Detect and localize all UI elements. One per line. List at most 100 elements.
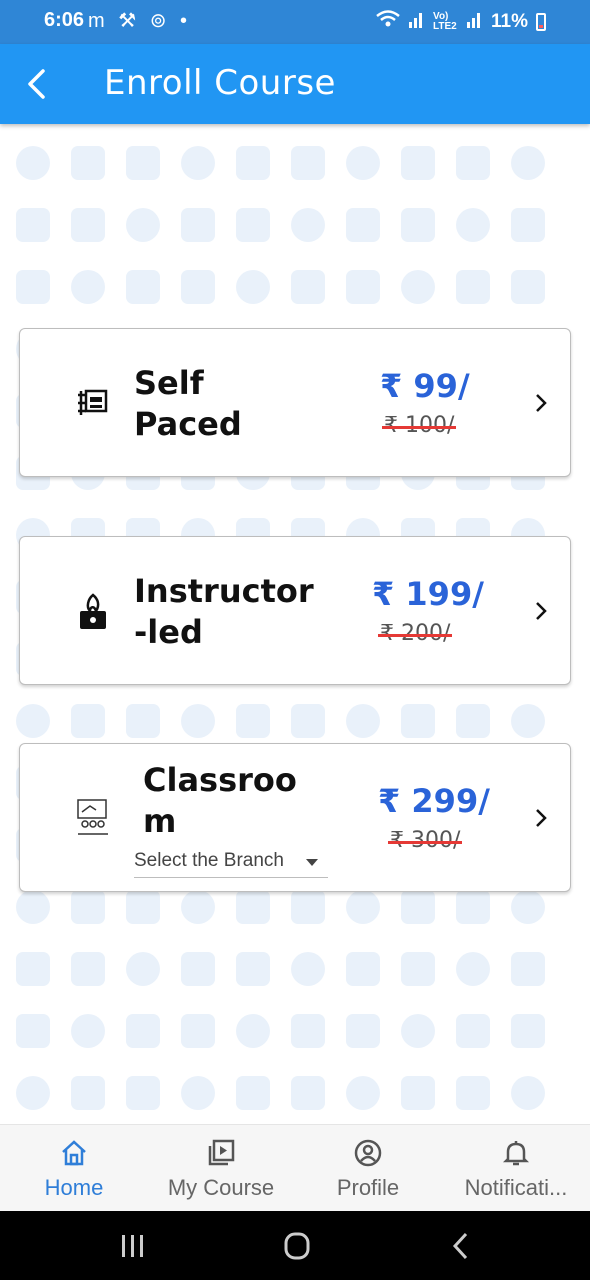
- background-pattern-row: [16, 1014, 545, 1048]
- background-tech-icon: [181, 1076, 215, 1110]
- status-notification-icons: m ⚒ ⊚ •: [88, 10, 192, 32]
- background-tech-icon: [71, 208, 105, 242]
- background-tech-icon: [456, 208, 490, 242]
- background-tech-icon: [346, 890, 380, 924]
- wifi-icon: [375, 9, 401, 35]
- background-tech-icon: [181, 952, 215, 986]
- course-old-price: ₹ 100/: [381, 413, 457, 438]
- nav-label: Profile: [336, 1175, 400, 1200]
- background-tech-icon: [71, 952, 105, 986]
- nav-item-home[interactable]: Home: [16, 1125, 132, 1212]
- background-tech-icon: [511, 704, 545, 738]
- back-arrow-icon: [28, 69, 45, 99]
- course-title-line: Instructor: [134, 572, 314, 610]
- course-price: ₹ 199/: [372, 575, 484, 613]
- nav-item-my-course[interactable]: My Course: [152, 1125, 290, 1212]
- background-tech-icon: [401, 704, 435, 738]
- course-title-line: Paced: [134, 405, 242, 443]
- status-time: 6:06: [44, 9, 85, 31]
- background-tech-icon: [456, 890, 490, 924]
- background-tech-icon: [71, 270, 105, 304]
- background-tech-icon: [126, 890, 160, 924]
- lte-indicator: Vo) LTE2: [433, 11, 457, 32]
- chevron-right-icon: [530, 807, 552, 829]
- background-tech-icon: [346, 146, 380, 180]
- background-tech-icon: [16, 1076, 50, 1110]
- background-tech-icon: [181, 704, 215, 738]
- recent-apps-icon[interactable]: [116, 1229, 150, 1263]
- home-icon: [60, 1139, 88, 1167]
- background-tech-icon: [126, 952, 160, 986]
- chevron-right-icon: [530, 600, 552, 622]
- battery-icon: [536, 13, 546, 31]
- nav-item-notifications[interactable]: Notificati...: [446, 1125, 586, 1212]
- background-tech-icon: [126, 146, 160, 180]
- nav-label: Notificati...: [464, 1175, 568, 1200]
- course-card-instructor-led[interactable]: Instructor -led ₹ 199/ ₹ 200/: [19, 536, 571, 685]
- background-tech-icon: [346, 952, 380, 986]
- background-tech-icon: [181, 270, 215, 304]
- nav-label: My Course: [167, 1175, 275, 1200]
- background-tech-icon: [401, 890, 435, 924]
- background-tech-icon: [401, 208, 435, 242]
- background-tech-icon: [346, 1014, 380, 1048]
- background-tech-icon: [401, 1014, 435, 1048]
- background-tech-icon: [71, 1076, 105, 1110]
- background-tech-icon: [401, 952, 435, 986]
- background-tech-icon: [181, 208, 215, 242]
- background-tech-icon: [126, 270, 160, 304]
- chevron-right-icon: [530, 392, 552, 414]
- course-title: Instructor -led: [134, 571, 314, 653]
- course-title-line: m: [143, 802, 177, 840]
- background-tech-icon: [181, 1014, 215, 1048]
- background-tech-icon: [71, 1014, 105, 1048]
- background-tech-icon: [16, 890, 50, 924]
- background-tech-icon: [401, 146, 435, 180]
- course-title-line: -led: [134, 613, 203, 651]
- background-tech-icon: [236, 704, 270, 738]
- background-tech-icon: [291, 1014, 325, 1048]
- background-tech-icon: [291, 1076, 325, 1110]
- background-tech-icon: [511, 1076, 545, 1110]
- background-tech-icon: [16, 270, 50, 304]
- course-card-classroom[interactable]: Classroo m ₹ 299/ ₹ 300/ Select the Bran…: [19, 743, 571, 892]
- background-tech-icon: [401, 1076, 435, 1110]
- background-tech-icon: [71, 146, 105, 180]
- background-tech-icon: [16, 208, 50, 242]
- background-tech-icon: [236, 890, 270, 924]
- home-system-icon[interactable]: [280, 1229, 314, 1263]
- background-tech-icon: [456, 1076, 490, 1110]
- background-tech-icon: [236, 146, 270, 180]
- app-bar: Enroll Course: [0, 44, 590, 124]
- signal-icon: [409, 10, 425, 34]
- background-tech-icon: [16, 704, 50, 738]
- status-bar: 6:06 m ⚒ ⊚ • Vo) LTE2 11%: [0, 0, 590, 44]
- signal-icon-2: [467, 10, 483, 34]
- nav-item-profile[interactable]: Profile: [312, 1125, 424, 1212]
- background-tech-icon: [511, 208, 545, 242]
- background-tech-icon: [126, 704, 160, 738]
- back-button[interactable]: [14, 62, 58, 106]
- background-tech-icon: [291, 704, 325, 738]
- background-tech-icon: [126, 1014, 160, 1048]
- background-tech-icon: [236, 1014, 270, 1048]
- background-tech-icon: [346, 704, 380, 738]
- background-tech-icon: [291, 952, 325, 986]
- background-tech-icon: [291, 146, 325, 180]
- branch-dropdown[interactable]: Select the Branch: [134, 848, 328, 878]
- background-pattern-row: [16, 952, 545, 986]
- profile-icon: [354, 1139, 382, 1167]
- bell-icon: [502, 1139, 530, 1167]
- background-tech-icon: [291, 270, 325, 304]
- background-tech-icon: [16, 146, 50, 180]
- background-tech-icon: [236, 208, 270, 242]
- course-card-self-paced[interactable]: Self Paced ₹ 99/ ₹ 100/: [19, 328, 571, 477]
- background-pattern-row: [16, 208, 545, 242]
- background-tech-icon: [456, 1014, 490, 1048]
- system-back-icon[interactable]: [444, 1229, 478, 1263]
- background-tech-icon: [236, 270, 270, 304]
- background-pattern-row: [16, 890, 545, 924]
- dropdown-arrow-icon: [306, 859, 318, 866]
- background-tech-icon: [181, 890, 215, 924]
- nav-label: Home: [44, 1175, 104, 1200]
